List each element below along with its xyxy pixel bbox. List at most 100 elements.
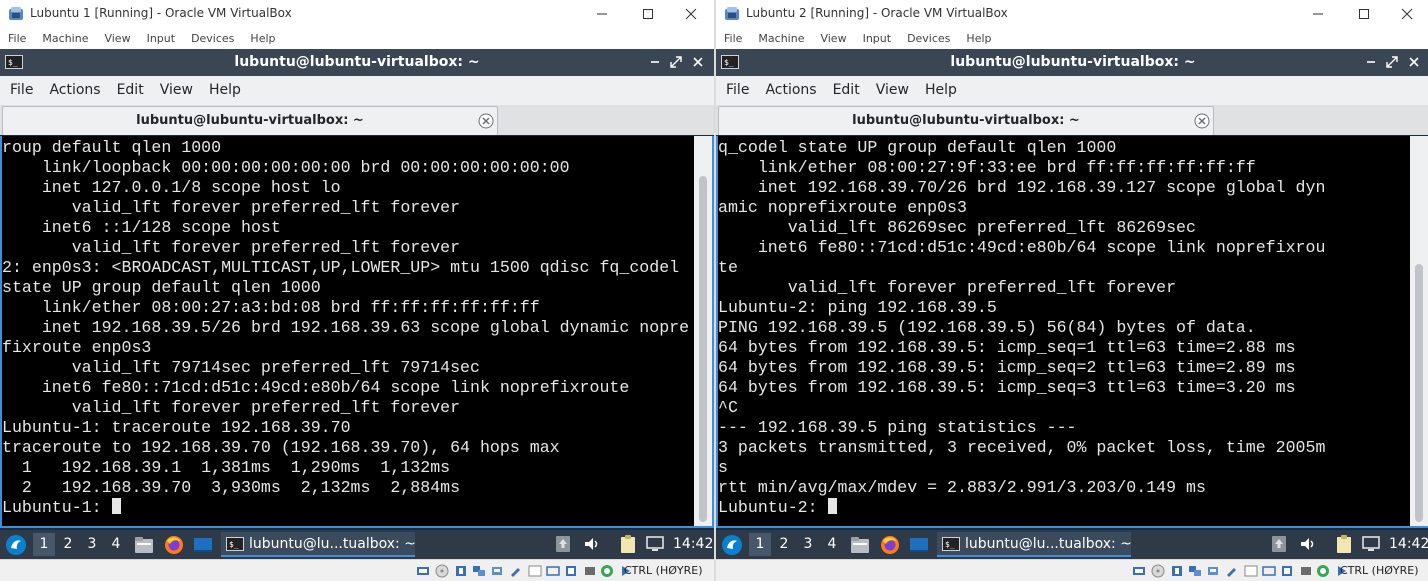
update-icon[interactable] <box>553 534 573 554</box>
scrollbar-thumb[interactable] <box>699 176 707 522</box>
display-icon[interactable] <box>1361 534 1381 554</box>
audio-icon[interactable] <box>454 564 468 578</box>
desktop-icon[interactable] <box>192 534 214 556</box>
mouse-integration-icon[interactable] <box>600 564 614 578</box>
vbox-menu-devices[interactable]: Devices <box>899 29 958 49</box>
file-manager-icon[interactable] <box>849 534 871 556</box>
vbox-menu-input[interactable]: Input <box>855 29 899 49</box>
workspace-2[interactable]: 2 <box>57 533 79 556</box>
terminal-output-area[interactable]: roup default qlen 1000 link/loopback 00:… <box>0 136 714 528</box>
shared-folders-icon[interactable] <box>509 564 523 578</box>
terminal-maximize-button[interactable] <box>669 55 683 69</box>
volume-icon[interactable] <box>1298 534 1318 554</box>
recording-icon[interactable] <box>583 564 597 578</box>
mouse-integration-icon[interactable] <box>1316 564 1330 578</box>
vbox-menu-machine[interactable]: Machine <box>34 29 96 49</box>
workspace-1[interactable]: 1 <box>749 533 771 556</box>
vbox-minimize-button[interactable] <box>579 0 625 28</box>
vbox-maximize-button[interactable] <box>625 0 671 28</box>
vbox-menu-devices[interactable]: Devices <box>183 29 242 49</box>
hard-disk-icon[interactable] <box>416 564 430 578</box>
workspace-3[interactable]: 3 <box>81 533 103 556</box>
desktop-icon[interactable] <box>908 534 930 556</box>
terminal-menu-help[interactable]: Help <box>201 76 249 105</box>
display-status-icon[interactable] <box>1244 564 1258 578</box>
terminal-tab[interactable]: lubuntu@lubuntu-virtualbox: ~ <box>718 106 1214 135</box>
terminal-titlebar[interactable]: $_ lubuntu@lubuntu-virtualbox: ~ <box>0 49 714 76</box>
cpu-icon[interactable] <box>1280 564 1294 578</box>
vbox-close-button[interactable] <box>668 0 714 28</box>
terminal-menu-actions[interactable]: Actions <box>757 76 824 105</box>
display-status-icon[interactable] <box>528 564 542 578</box>
panel-clock[interactable]: 14:42 <box>1389 536 1428 552</box>
terminal-close-button[interactable] <box>691 55 705 69</box>
terminal-menu-view[interactable]: View <box>868 76 917 105</box>
usb-icon[interactable] <box>490 564 504 578</box>
file-manager-icon[interactable] <box>133 534 155 556</box>
workspace-4[interactable]: 4 <box>821 533 843 556</box>
workspace-3[interactable]: 3 <box>797 533 819 556</box>
firefox-icon[interactable] <box>879 534 901 556</box>
terminal-menu-help[interactable]: Help <box>917 76 965 105</box>
tab-close-icon[interactable] <box>478 113 494 129</box>
clipboard-icon[interactable] <box>618 534 638 554</box>
vbox-menu-file[interactable]: File <box>716 29 750 49</box>
terminal-minimize-button[interactable] <box>648 55 662 69</box>
usb-icon[interactable] <box>1206 564 1220 578</box>
lubuntu-start-icon[interactable] <box>721 534 743 556</box>
tab-close-icon[interactable] <box>1194 113 1210 129</box>
network-icon[interactable] <box>472 564 486 578</box>
terminal-menu-view[interactable]: View <box>152 76 201 105</box>
video-capture-icon[interactable] <box>1262 564 1276 578</box>
shared-folders-icon[interactable] <box>1225 564 1239 578</box>
hard-disk-icon[interactable] <box>1132 564 1146 578</box>
vbox-menu-input[interactable]: Input <box>139 29 183 49</box>
network-icon[interactable] <box>1188 564 1202 578</box>
lubuntu-start-icon[interactable] <box>5 534 27 556</box>
terminal-scrollbar[interactable] <box>1410 136 1428 526</box>
terminal-tab[interactable]: lubuntu@lubuntu-virtualbox: ~ <box>2 106 498 135</box>
volume-icon[interactable] <box>582 534 602 554</box>
terminal-menu-actions[interactable]: Actions <box>41 76 108 105</box>
vbox-minimize-button[interactable] <box>1295 0 1341 28</box>
recording-icon[interactable] <box>1299 564 1313 578</box>
vbox-menu-machine[interactable]: Machine <box>750 29 812 49</box>
cpu-icon[interactable] <box>564 564 578 578</box>
vbox-menu-file[interactable]: File <box>0 29 34 49</box>
workspace-4[interactable]: 4 <box>105 533 127 556</box>
update-icon[interactable] <box>1269 534 1289 554</box>
vbox-menu-help[interactable]: Help <box>242 29 283 49</box>
terminal-minimize-button[interactable] <box>1364 55 1378 69</box>
terminal-close-button[interactable] <box>1407 55 1421 69</box>
vbox-menu-help[interactable]: Help <box>958 29 999 49</box>
vbox-close-button[interactable] <box>1384 0 1428 28</box>
display-icon[interactable] <box>645 534 665 554</box>
vbox-maximize-button[interactable] <box>1341 0 1387 28</box>
terminal-output-area[interactable]: q_codel state UP group default qlen 1000… <box>716 136 1428 528</box>
terminal-prompt-line[interactable]: Lubuntu-2: <box>718 498 1408 518</box>
terminal-titlebar[interactable]: $_ lubuntu@lubuntu-virtualbox: ~ <box>716 49 1428 76</box>
terminal-menu-edit[interactable]: Edit <box>825 76 868 105</box>
terminal-prompt-line[interactable]: Lubuntu-1: <box>2 498 692 518</box>
vbox-titlebar[interactable]: Lubuntu 1 [Running] - Oracle VM VirtualB… <box>0 0 714 28</box>
terminal-menu-file[interactable]: File <box>718 76 757 105</box>
video-capture-icon[interactable] <box>546 564 560 578</box>
taskbar-terminal-button[interactable]: $_ lubuntu@lu...tualbox: ~ <box>937 532 1132 557</box>
terminal-maximize-button[interactable] <box>1385 55 1399 69</box>
panel-clock[interactable]: 14:42 <box>673 536 713 552</box>
terminal-scrollbar[interactable] <box>694 136 712 526</box>
scrollbar-thumb[interactable] <box>1415 264 1423 522</box>
terminal-menu-edit[interactable]: Edit <box>109 76 152 105</box>
workspace-1[interactable]: 1 <box>33 533 55 556</box>
audio-icon[interactable] <box>1170 564 1184 578</box>
vbox-menu-view[interactable]: View <box>96 29 138 49</box>
optical-drive-icon[interactable] <box>1151 564 1165 578</box>
taskbar-terminal-button[interactable]: $_ lubuntu@lu...tualbox: ~ <box>221 532 416 557</box>
optical-drive-icon[interactable] <box>435 564 449 578</box>
vbox-titlebar[interactable]: Lubuntu 2 [Running] - Oracle VM VirtualB… <box>716 0 1428 28</box>
vbox-menu-view[interactable]: View <box>812 29 854 49</box>
workspace-2[interactable]: 2 <box>773 533 795 556</box>
firefox-icon[interactable] <box>163 534 185 556</box>
terminal-menu-file[interactable]: File <box>2 76 41 105</box>
clipboard-icon[interactable] <box>1334 534 1354 554</box>
